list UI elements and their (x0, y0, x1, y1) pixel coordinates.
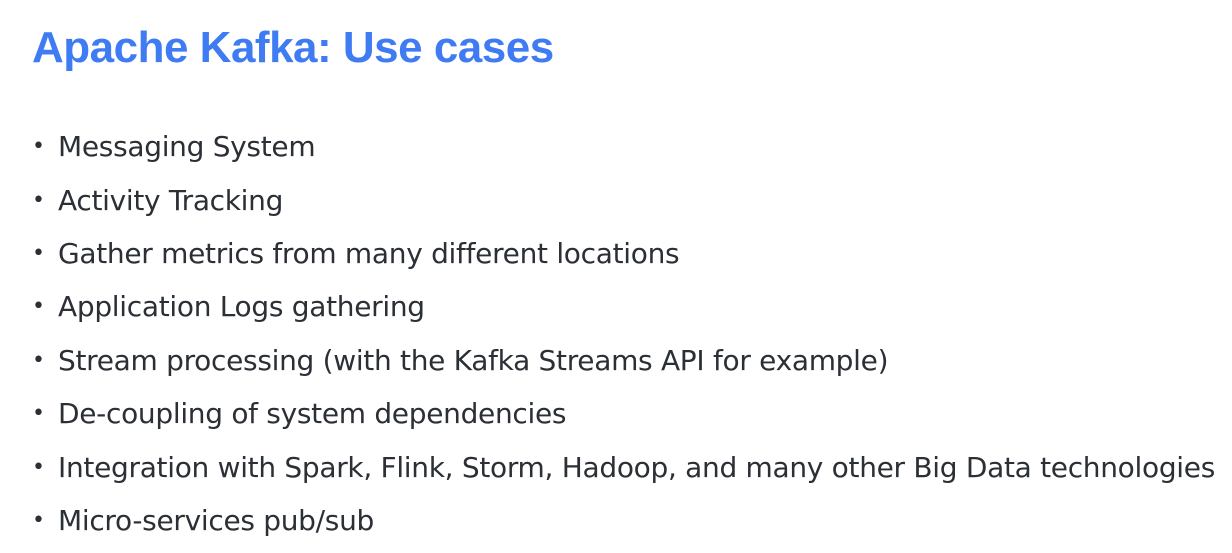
bullet-item: • Micro-services pub/sub (32, 494, 1232, 547)
bullet-item: • Stream processing (with the Kafka Stre… (32, 334, 1232, 387)
bullet-text: Gather metrics from many different locat… (58, 236, 680, 270)
bullet-item: • Gather metrics from many different loc… (32, 227, 1232, 280)
bullet-text: Integration with Spark, Flink, Storm, Ha… (58, 450, 1215, 484)
bullet-item: • Messaging System (32, 120, 1232, 173)
bullet-text: Stream processing (with the Kafka Stream… (58, 343, 889, 377)
bullet-text: Activity Tracking (58, 183, 284, 217)
bullet-list: • Messaging System • Activity Tracking •… (32, 120, 1232, 547)
slide-title: Apache Kafka: Use cases (32, 23, 554, 72)
bullet-dot-icon: • (32, 507, 45, 533)
bullet-text: Micro-services pub/sub (58, 503, 375, 537)
bullet-text: Messaging System (58, 130, 316, 164)
bullet-dot-icon: • (32, 187, 45, 213)
bullet-dot-icon: • (32, 454, 45, 480)
bullet-text: De-coupling of system dependencies (58, 397, 567, 431)
bullet-dot-icon: • (32, 401, 45, 427)
bullet-item: • De-coupling of system dependencies (32, 387, 1232, 440)
bullet-item: • Integration with Spark, Flink, Storm, … (32, 440, 1232, 493)
bullet-item: • Application Logs gathering (32, 280, 1232, 333)
bullet-text: Application Logs gathering (58, 290, 425, 324)
bullet-dot-icon: • (32, 134, 45, 160)
bullet-item: • Activity Tracking (32, 173, 1232, 226)
bullet-dot-icon: • (32, 240, 45, 266)
bullet-dot-icon: • (32, 347, 45, 373)
bullet-dot-icon: • (32, 294, 45, 320)
slide: Apache Kafka: Use cases • Messaging Syst… (0, 0, 1232, 553)
